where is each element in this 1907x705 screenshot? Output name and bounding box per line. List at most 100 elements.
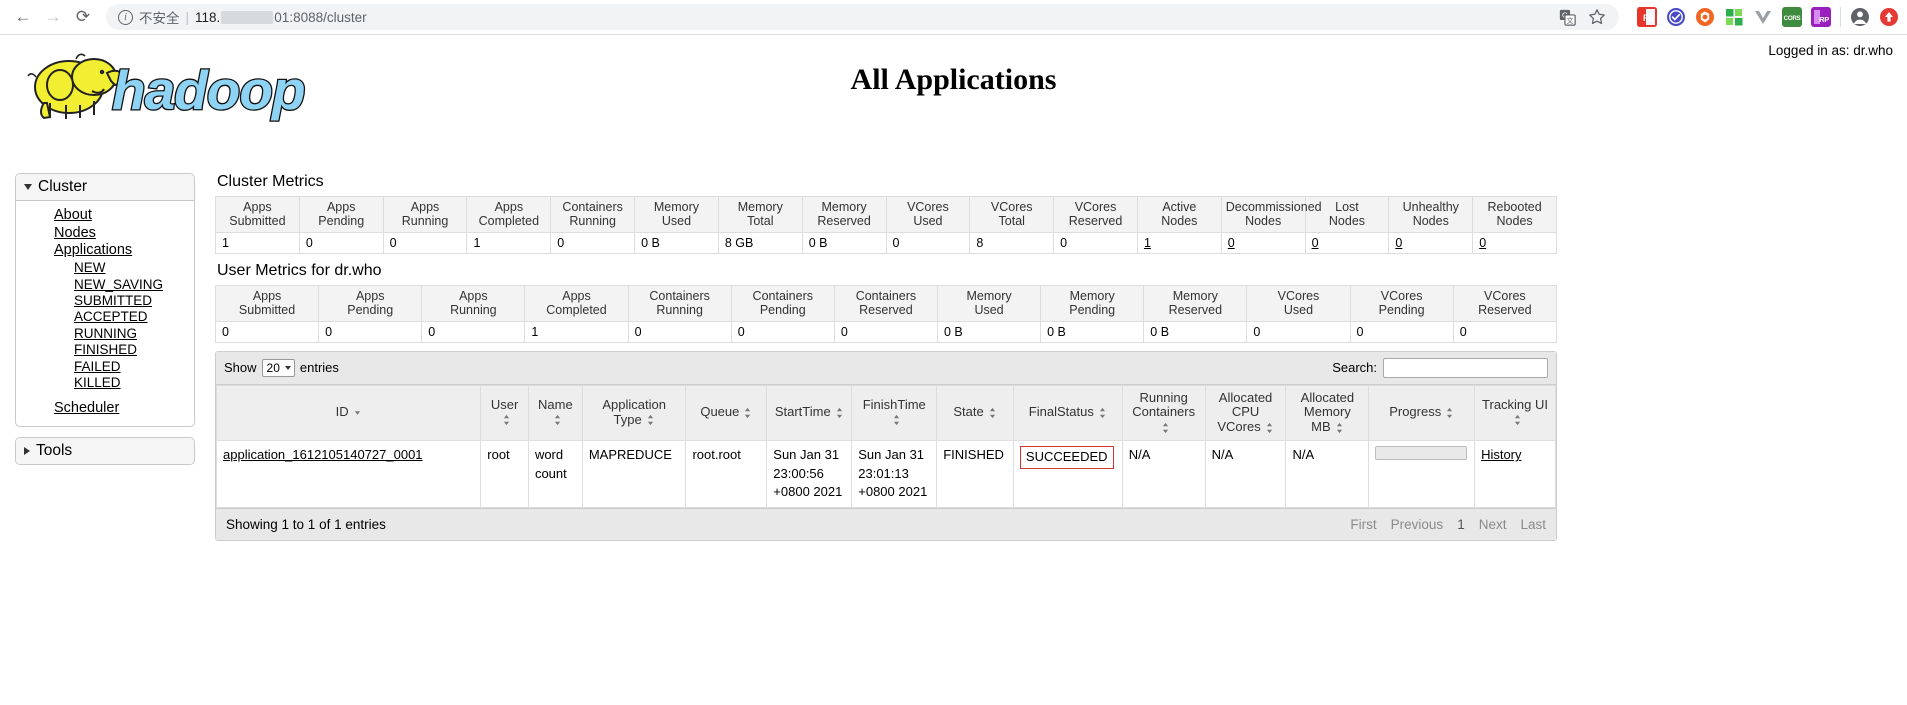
sidebar-link-submitted[interactable]: SUBMITTED [16,293,194,309]
user-metric-header-containers-pending: Containers Pending [730,284,835,322]
user-metric-header-vcores-reserved: VCores Reserved [1452,284,1558,322]
cell-final-status: SUCCEEDED [1012,440,1123,508]
translate-icon[interactable]: G文 [1557,7,1577,27]
page-length-select[interactable]: 20 [261,358,295,377]
column-label-id: ID [335,404,349,420]
cell-tracking-ui: History [1474,440,1556,508]
search-input[interactable] [1383,357,1548,378]
forward-arrow-icon[interactable]: → [38,2,68,32]
logged-in-label: Logged in as: dr.who [1768,43,1893,58]
user-metrics-table: Apps Submitted Apps Pending Apps Running Apps C… [214,284,1558,343]
orange-hex-extension-icon[interactable] [1695,7,1715,27]
sidebar-tools-header[interactable]: Tools [16,437,194,464]
cluster-metric-link-decommissioned-nodes[interactable]: 0 [1228,236,1235,250]
column-header-starttime[interactable]: StartTime [766,384,853,442]
cluster-metric-header-active-nodes: Active Nodes [1136,196,1222,233]
column-header-allocated-cpu-vcores[interactable]: Allocated CPU VCores [1204,384,1287,442]
column-header-state[interactable]: State [936,384,1014,442]
sidebar-link-running[interactable]: RUNNING [16,326,194,342]
sidebar-link-new-saving[interactable]: NEW_SAVING [16,277,194,293]
application-id-link[interactable]: application_1612105140727_0001 [223,447,423,462]
column-header-running-containers[interactable]: Running Containers [1121,384,1206,442]
pagination-previous[interactable]: Previous [1391,517,1444,532]
cluster-metric-value-unhealthy-nodes: 0 [1388,231,1474,254]
column-header-queue[interactable]: Queue [685,384,768,442]
green-grid-extension-icon[interactable] [1724,7,1744,27]
table-row: application_1612105140727_0001 root word c… [215,440,1556,508]
omnibox-divider: | [185,9,190,25]
main-content: Cluster Metrics Apps Submitted Apps Pending… [214,173,1907,541]
column-header-progress[interactable]: Progress [1368,384,1476,442]
vue-extension-icon[interactable] [1753,7,1773,27]
column-header-finalstatus[interactable]: FinalStatus [1012,384,1123,442]
cluster-metric-header-memory-reserved: Memory Reserved [801,196,887,233]
column-label-allocated-memory-mb: Allocated Memory MB [1300,389,1355,435]
cell-app-type: MAPREDUCE [581,440,687,508]
column-label-progress: Progress [1389,404,1442,420]
user-metric-header-vcores-pending: VCores Pending [1349,284,1454,322]
column-label-running-containers: Running Containers [1132,389,1196,420]
cluster-metric-value-apps-running: 0 [382,231,468,254]
column-header-user[interactable]: User [480,384,529,442]
cluster-metric-link-rebooted-nodes[interactable]: 0 [1479,236,1486,250]
column-label-tracking-ui: Tracking UI [1482,396,1549,412]
pagination-next[interactable]: Next [1479,517,1507,532]
applications-table-wrapper: Show 20 entries Search: ID User Name App… [215,350,1557,541]
sidebar-link-scheduler[interactable]: Scheduler [16,400,194,418]
back-arrow-icon[interactable]: ← [8,2,38,32]
page-length-control: Show 20 entries [224,358,339,377]
fe-extension-icon[interactable]: FE [1637,7,1657,27]
cell-user: root [480,440,529,508]
chevron-right-icon [24,446,30,455]
cluster-metric-link-active-nodes[interactable]: 1 [1144,236,1151,250]
cluster-metric-header-vcores-used: VCores Used [885,196,971,233]
pagination-last[interactable]: Last [1520,517,1546,532]
user-metric-header-memory-pending: Memory Pending [1040,284,1145,322]
sidebar-link-accepted[interactable]: ACCEPTED [16,309,194,325]
hadoop-logo[interactable]: hadoop [14,47,324,125]
browser-toolbar: ← → ⟳ i 不安全 | 118. 01:8088/cluster G文 FE [0,0,1907,35]
tracking-ui-link[interactable]: History [1481,447,1521,462]
pagination-first[interactable]: First [1350,517,1376,532]
column-header-finishtime[interactable]: FinishTime [851,384,938,442]
entries-label: entries [299,360,339,375]
update-menu-icon[interactable] [1879,7,1899,27]
check-circle-extension-icon[interactable] [1666,7,1686,27]
column-header-application-type[interactable]: Application Type [581,384,687,442]
sidebar-link-killed[interactable]: KILLED [16,375,194,391]
cell-queue: root.root [685,440,768,508]
profile-avatar-icon[interactable] [1850,7,1870,27]
column-header-name[interactable]: Name [527,384,583,442]
reload-icon[interactable]: ⟳ [68,2,98,32]
sidebar-link-nodes[interactable]: Nodes [16,225,194,243]
pagination-page-1[interactable]: 1 [1457,517,1465,532]
sidebar-link-applications[interactable]: Applications [16,242,194,260]
sidebar-link-about[interactable]: About [16,207,194,225]
sidebar-link-failed[interactable]: FAILED [16,359,194,375]
page-root: Logged in as: dr.who hadoop All Applicat… [0,35,1907,705]
cluster-metric-value-memory-reserved: 0 B [801,231,887,254]
url-host-text: 118. [195,9,221,25]
cell-running-containers: N/A [1121,440,1206,508]
sidebar-link-finished[interactable]: FINISHED [16,342,194,358]
cluster-metric-link-lost-nodes[interactable]: 0 [1312,236,1319,250]
cluster-metric-link-unhealthy-nodes[interactable]: 0 [1395,236,1402,250]
column-header-tracking-ui[interactable]: Tracking UI [1474,384,1556,442]
security-status-label: 不安全 [139,11,180,26]
site-info-icon[interactable]: i [118,9,133,25]
cors-extension-icon[interactable]: CORS [1782,7,1802,27]
sidebar-tools-label: Tools [36,441,73,459]
svg-text:FE: FE [1643,13,1654,23]
sidebar-link-new[interactable]: NEW [16,260,194,276]
sidebar-cluster-header[interactable]: Cluster [16,174,194,201]
column-header-allocated-memory-mb[interactable]: Allocated Memory MB [1285,384,1370,442]
column-label-starttime: StartTime [774,404,831,420]
column-label-user: User [490,396,519,412]
star-icon[interactable] [1587,7,1607,27]
column-header-id[interactable]: ID [215,384,482,442]
cluster-metric-value-lost-nodes: 0 [1304,231,1390,254]
rp-extension-icon[interactable]: RP [1811,7,1831,27]
cell-progress [1368,440,1476,508]
sidebar-cluster-body: About Nodes Applications NEW NEW_SAVING … [16,201,194,426]
address-bar[interactable]: i 不安全 | 118. 01:8088/cluster G文 [106,4,1619,30]
